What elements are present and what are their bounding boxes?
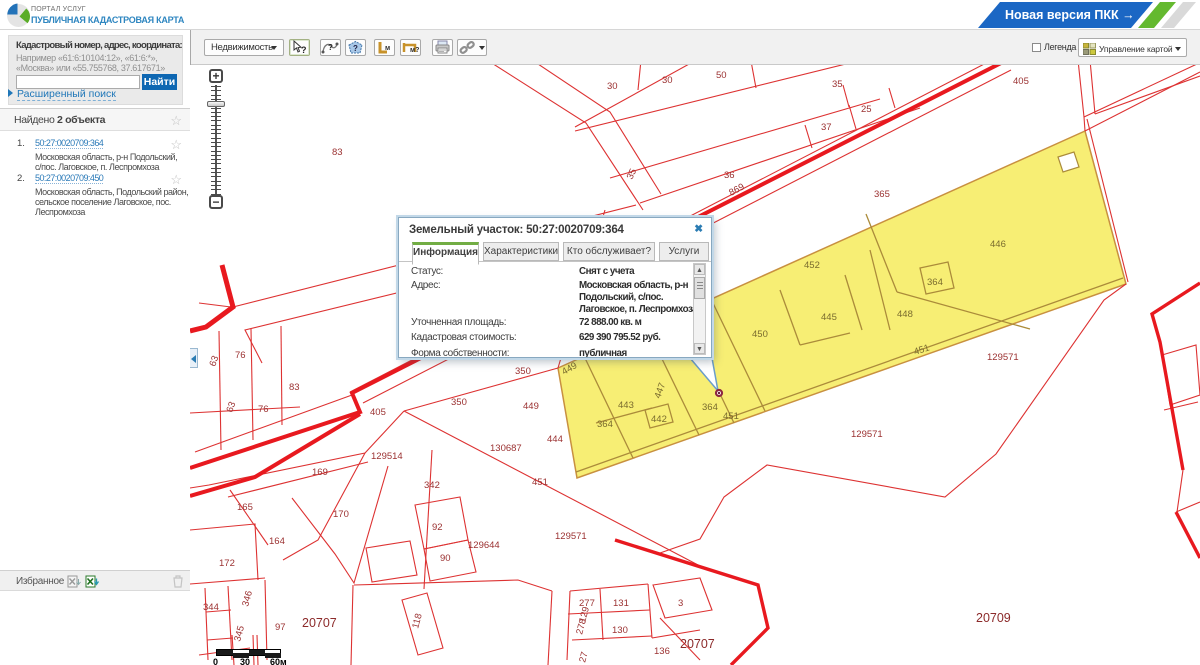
- svg-text:83: 83: [332, 147, 343, 158]
- svg-text:83: 83: [289, 382, 300, 393]
- svg-text:36: 36: [724, 170, 735, 181]
- svg-text:345: 345: [232, 625, 247, 643]
- svg-text:20707: 20707: [680, 637, 715, 651]
- svg-text:76: 76: [258, 404, 269, 415]
- svg-text:342: 342: [424, 480, 440, 491]
- svg-text:129571: 129571: [851, 429, 883, 440]
- svg-text:448: 448: [897, 309, 913, 320]
- svg-text:445: 445: [821, 312, 837, 323]
- svg-text:451: 451: [532, 477, 548, 488]
- svg-text:63: 63: [224, 400, 238, 414]
- svg-text:м?: м?: [410, 47, 419, 54]
- svg-text:90: 90: [440, 553, 451, 564]
- svg-text:20707: 20707: [302, 616, 337, 630]
- svg-text:364: 364: [597, 419, 613, 430]
- svg-text:131: 131: [613, 598, 629, 609]
- svg-text:27: 27: [577, 651, 590, 664]
- svg-text:35: 35: [832, 79, 843, 90]
- svg-text:164: 164: [269, 536, 285, 547]
- svg-text:450: 450: [752, 329, 768, 340]
- svg-text:118: 118: [410, 612, 425, 629]
- svg-text:м: м: [385, 45, 390, 52]
- svg-text:443: 443: [618, 400, 634, 411]
- svg-text:37: 37: [821, 122, 832, 133]
- svg-text:169: 169: [312, 467, 328, 478]
- svg-text:452: 452: [804, 260, 820, 271]
- svg-text:76: 76: [235, 350, 246, 361]
- svg-text:?: ?: [301, 45, 307, 55]
- svg-text:442: 442: [651, 414, 667, 425]
- svg-text:451: 451: [723, 411, 739, 422]
- svg-text:350: 350: [515, 366, 531, 377]
- svg-text:129514: 129514: [371, 451, 403, 462]
- svg-text:405: 405: [370, 407, 386, 418]
- svg-text:130: 130: [612, 625, 628, 636]
- svg-text:405: 405: [1013, 76, 1029, 87]
- svg-text:172: 172: [219, 558, 235, 569]
- svg-text:130687: 130687: [490, 443, 522, 454]
- svg-text:364: 364: [702, 402, 718, 413]
- svg-text:129571: 129571: [555, 531, 587, 542]
- svg-text:346: 346: [240, 590, 255, 608]
- svg-text:?: ?: [353, 44, 358, 53]
- svg-text:35: 35: [625, 167, 639, 181]
- svg-text:446: 446: [990, 239, 1006, 250]
- svg-text:30: 30: [662, 75, 673, 86]
- svg-text:365: 365: [874, 189, 890, 200]
- svg-text:170: 170: [333, 509, 349, 520]
- svg-text:165: 165: [237, 502, 253, 513]
- svg-text:3: 3: [678, 598, 683, 609]
- svg-text:92: 92: [432, 522, 443, 533]
- svg-text:136: 136: [654, 646, 670, 657]
- svg-text:25: 25: [861, 104, 872, 115]
- svg-text:20709: 20709: [976, 611, 1011, 625]
- svg-text:344: 344: [203, 602, 219, 613]
- svg-text:350: 350: [451, 397, 467, 408]
- svg-text:129571: 129571: [987, 352, 1019, 363]
- svg-text:50: 50: [716, 70, 727, 81]
- svg-text:129644: 129644: [468, 540, 500, 551]
- svg-text:364: 364: [927, 277, 943, 288]
- svg-text:444: 444: [547, 434, 563, 445]
- svg-text:97: 97: [275, 622, 286, 633]
- svg-text:30: 30: [607, 81, 618, 92]
- svg-text:449: 449: [523, 401, 539, 412]
- svg-text:?: ?: [328, 43, 333, 52]
